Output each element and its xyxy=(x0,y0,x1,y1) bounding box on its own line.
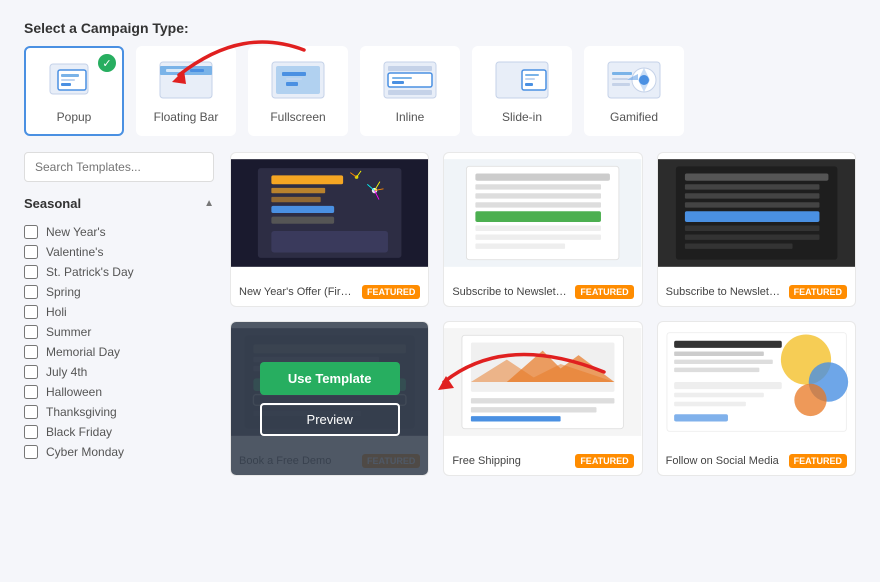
new-years-badge: FEATURED xyxy=(362,285,420,299)
slide-in-icon xyxy=(492,58,552,102)
campaign-type-inline[interactable]: Inline xyxy=(360,46,460,136)
slide-in-label: Slide-in xyxy=(502,110,542,124)
new-years-name: New Year's Offer (Firewо... xyxy=(239,286,356,298)
template-card-subscribe-1[interactable]: Subscribe to Newsletter ... FEATURED xyxy=(443,152,642,307)
template-card-free-shipping[interactable]: Free Shipping FEATURED xyxy=(443,321,642,476)
new-years-footer: New Year's Offer (Firewо... FEATURED xyxy=(231,278,428,306)
gamified-icon xyxy=(604,58,664,102)
sidebar: Seasonal ▲ New Year's Valentine's St. Pa… xyxy=(24,152,214,476)
fullscreen-icon xyxy=(268,58,328,102)
book-demo-overlay: Use Template Preview xyxy=(231,322,428,475)
memorial-day-label: Memorial Day xyxy=(46,345,120,359)
template-card-social-media[interactable]: Follow on Social Media FEATURED xyxy=(657,321,856,476)
subscribe-2-footer: Subscribe to Newsletter ... FEATURED xyxy=(658,278,855,306)
filter-halloween[interactable]: Halloween xyxy=(24,385,214,399)
new-years-thumbnail xyxy=(231,153,428,273)
subscribe-1-name: Subscribe to Newsletter ... xyxy=(452,286,569,298)
subscribe-2-badge: FEATURED xyxy=(789,285,847,299)
filter-new-years[interactable]: New Year's xyxy=(24,225,214,239)
floating-bar-label: Floating Bar xyxy=(154,110,219,124)
filter-july-4th[interactable]: July 4th xyxy=(24,365,214,379)
filter-st-patricks[interactable]: St. Patrick's Day xyxy=(24,265,214,279)
free-shipping-badge: FEATURED xyxy=(575,454,633,468)
template-card-subscribe-2[interactable]: Subscribe to Newsletter ... FEATURED xyxy=(657,152,856,307)
free-shipping-thumbnail xyxy=(444,322,641,442)
preview-button[interactable]: Preview xyxy=(260,403,400,436)
subscribe-1-thumbnail xyxy=(444,153,641,273)
popup-label: Popup xyxy=(57,110,92,124)
seasonal-label: Seasonal xyxy=(24,196,81,211)
subscribe-2-name: Subscribe to Newsletter ... xyxy=(666,286,783,298)
gamified-label: Gamified xyxy=(610,110,658,124)
subscribe-1-footer: Subscribe to Newsletter ... FEATURED xyxy=(444,278,641,306)
campaign-type-popup[interactable]: ✓ Popup xyxy=(24,46,124,136)
campaign-types-row: ✓ Popup Floating Bar xyxy=(24,46,856,136)
filter-cyber-monday[interactable]: Cyber Monday xyxy=(24,445,214,459)
free-shipping-name: Free Shipping xyxy=(452,455,569,467)
campaign-type-floating-bar[interactable]: Floating Bar xyxy=(136,46,236,136)
template-card-book-demo[interactable]: Use Template Preview Book a Free Demo FE… xyxy=(230,321,429,476)
popup-icon xyxy=(44,58,104,102)
selected-checkmark: ✓ xyxy=(98,54,116,72)
fullscreen-label: Fullscreen xyxy=(270,110,325,124)
campaign-type-gamified[interactable]: Gamified xyxy=(584,46,684,136)
filter-memorial-day[interactable]: Memorial Day xyxy=(24,345,214,359)
templates-grid: New Year's Offer (Firewо... FEATURED xyxy=(230,152,856,476)
social-media-footer: Follow on Social Media FEATURED xyxy=(658,447,855,475)
inline-icon xyxy=(380,58,440,102)
template-card-new-years[interactable]: New Year's Offer (Firewо... FEATURED xyxy=(230,152,429,307)
inline-label: Inline xyxy=(396,110,425,124)
filter-valentines[interactable]: Valentine's xyxy=(24,245,214,259)
subscribe-1-badge: FEATURED xyxy=(575,285,633,299)
seasonal-chevron: ▲ xyxy=(204,198,214,209)
filter-black-friday[interactable]: Black Friday xyxy=(24,425,214,439)
seasonal-section-header[interactable]: Seasonal ▲ xyxy=(24,192,214,215)
social-media-name: Follow on Social Media xyxy=(666,455,783,467)
subscribe-2-thumbnail xyxy=(658,153,855,273)
campaign-type-section: Select a Campaign Type: ✓ Popup xyxy=(24,20,856,136)
floating-bar-icon xyxy=(156,58,216,102)
search-input[interactable] xyxy=(24,152,214,182)
filter-holi[interactable]: Holi xyxy=(24,305,214,319)
black-friday-label: Black Friday xyxy=(46,425,112,439)
filter-summer[interactable]: Summer xyxy=(24,325,214,339)
free-shipping-footer: Free Shipping FEATURED xyxy=(444,447,641,475)
filter-list: New Year's Valentine's St. Patrick's Day… xyxy=(24,225,214,459)
social-media-badge: FEATURED xyxy=(789,454,847,468)
campaign-type-label: Select a Campaign Type: xyxy=(24,20,856,36)
filter-spring[interactable]: Spring xyxy=(24,285,214,299)
bottom-section: Seasonal ▲ New Year's Valentine's St. Pa… xyxy=(24,152,856,476)
campaign-type-fullscreen[interactable]: Fullscreen xyxy=(248,46,348,136)
campaign-type-slide-in[interactable]: Slide-in xyxy=(472,46,572,136)
social-media-thumbnail xyxy=(658,322,855,442)
use-template-button[interactable]: Use Template xyxy=(260,362,400,395)
filter-thanksgiving[interactable]: Thanksgiving xyxy=(24,405,214,419)
